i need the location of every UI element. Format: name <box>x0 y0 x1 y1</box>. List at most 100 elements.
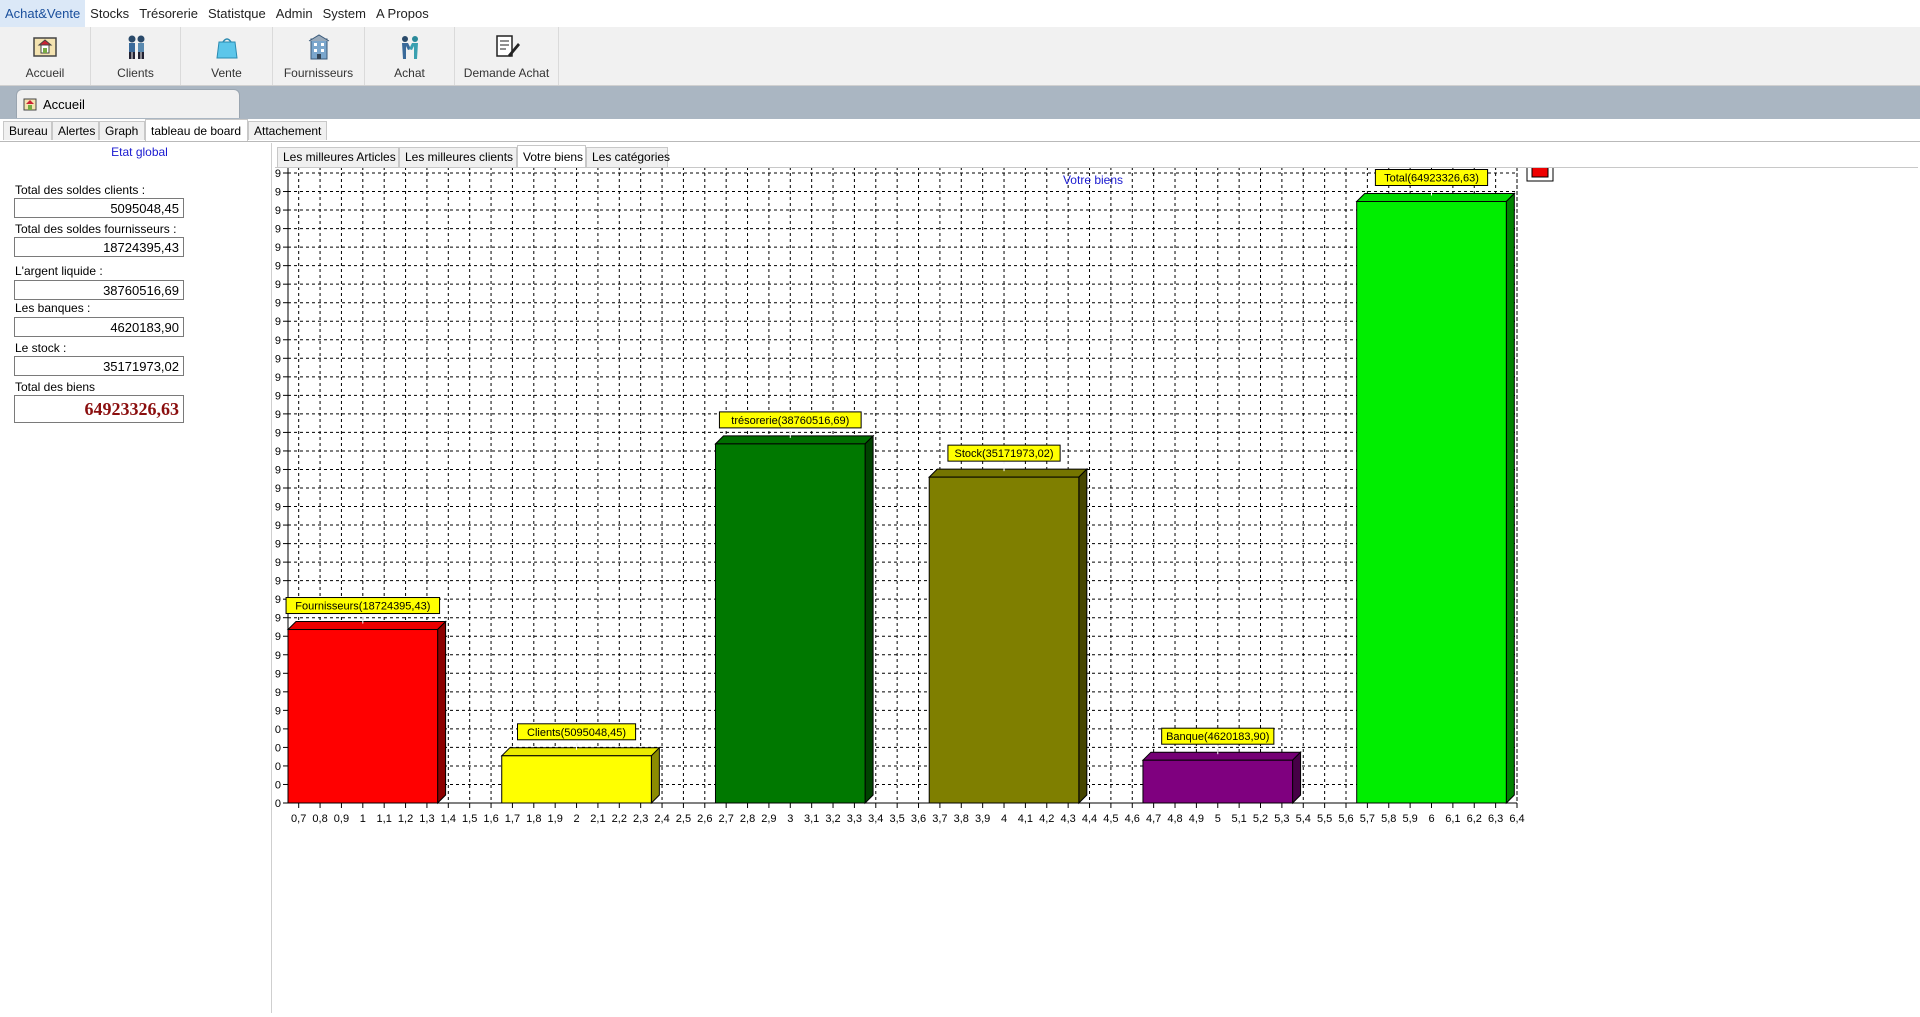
building-icon <box>304 32 334 62</box>
data-label-trésorerie: trésorerie(38760516,69) <box>731 415 849 427</box>
menu-tresorerie[interactable]: Trésorerie <box>134 0 203 27</box>
y-tick-label: 6E9 <box>275 242 281 254</box>
stock-field[interactable]: 35171973,02 <box>14 356 184 376</box>
bar-top-clients <box>500 747 661 757</box>
menu-a-propos[interactable]: A Propos <box>371 0 434 27</box>
menu-stocks[interactable]: Stocks <box>85 0 134 27</box>
y-tick-label: 4,8E9 <box>275 353 281 365</box>
x-tick-label: 3,2 <box>825 813 840 825</box>
menu-admin[interactable]: Admin <box>271 0 318 27</box>
x-tick-label: 4,9 <box>1189 813 1204 825</box>
tab-attachement[interactable]: Attachement <box>248 121 327 140</box>
bar-top-stock <box>928 468 1089 478</box>
x-tick-label: 1,3 <box>419 813 434 825</box>
x-tick-label: 6,3 <box>1488 813 1503 825</box>
x-tick-label: 3,4 <box>868 813 883 825</box>
y-tick-label: 6,6E9 <box>275 187 281 199</box>
total-assets-field[interactable]: 64923326,63 <box>14 395 184 423</box>
bar-side-fournisseurs <box>437 620 447 805</box>
etat-global-panel: Etat global Total des soldes clients : 5… <box>2 143 272 1013</box>
handshake-icon <box>395 32 425 62</box>
menu-bar: Achat&Vente Stocks Trésorerie Statistque… <box>0 0 1920 27</box>
y-tick-label: 400000000 <box>275 761 281 773</box>
x-tick-label: 2,8 <box>740 813 755 825</box>
tab-tableau-de-board[interactable]: tableau de board <box>145 119 248 141</box>
bar-banque <box>1142 759 1294 804</box>
x-tick-label: 6,2 <box>1467 813 1482 825</box>
x-tick-label: 2,7 <box>719 813 734 825</box>
x-tick-label: 6,4 <box>1509 813 1524 825</box>
clients-button[interactable]: Clients <box>91 27 181 85</box>
x-tick-label: 3 <box>787 813 793 825</box>
x-tick-label: 5,4 <box>1296 813 1311 825</box>
x-tick-label: 6,1 <box>1445 813 1460 825</box>
tab-best-articles[interactable]: Les milleures Articles <box>277 147 399 167</box>
tab-best-clients[interactable]: Les milleures clients <box>399 147 517 167</box>
y-tick-label: 3,6E9 <box>275 464 281 476</box>
banks-field[interactable]: 4620183,90 <box>14 317 184 337</box>
tab-accueil[interactable]: Accueil <box>16 89 240 118</box>
y-axis: 0 200000000 400000000 600000000 800000000 1E9… <box>226 161 289 810</box>
menu-system[interactable]: System <box>318 0 371 27</box>
tab-alertes[interactable]: Alertes <box>52 121 99 140</box>
x-tick-label: 1,6 <box>483 813 498 825</box>
x-tick-label: 1,1 <box>377 813 392 825</box>
toolbar: Accueil Clients Vente Fournisseurs Achat… <box>0 27 1920 86</box>
x-tick-label: 4,7 <box>1146 813 1161 825</box>
x-tick-label: 3,7 <box>932 813 947 825</box>
bar-stock <box>928 476 1080 804</box>
y-tick-label: 6,4E9 <box>275 205 281 217</box>
x-tick-label: 4,3 <box>1060 813 1075 825</box>
chart-title: Votre biens <box>1063 173 1123 187</box>
y-tick-label: 1E9 <box>275 705 281 717</box>
bar-side-clients <box>650 746 660 805</box>
y-tick-label: 3E9 <box>275 520 281 532</box>
tab-bureau[interactable]: Bureau <box>3 121 52 140</box>
y-tick-label: 1,2E9 <box>275 687 281 699</box>
y-tick-label: 2,4E9 <box>275 576 281 588</box>
cash-label: L'argent liquide : <box>15 264 103 278</box>
bar-top-total <box>1355 193 1516 203</box>
y-tick-label: 5E9 <box>275 335 281 347</box>
banks-label: Les banques : <box>15 301 91 315</box>
fournisseurs-button[interactable]: Fournisseurs <box>273 27 365 85</box>
achat-button[interactable]: Achat <box>365 27 455 85</box>
total-assets-label: Total des biens <box>15 380 96 394</box>
cash-field[interactable]: 38760516,69 <box>14 280 184 300</box>
bar-total <box>1356 201 1507 804</box>
x-tick-label: 5,8 <box>1381 813 1396 825</box>
x-tick-label: 4,4 <box>1082 813 1097 825</box>
x-tick-label: 4,8 <box>1167 813 1182 825</box>
y-tick-label: 2,2E9 <box>275 594 281 606</box>
suppliers-balance-label: Total des soldes fournisseurs : <box>15 222 177 236</box>
menu-achat-vente[interactable]: Achat&Vente <box>0 0 86 27</box>
chart-legend <box>1526 162 1554 182</box>
vente-button[interactable]: Vente <box>181 27 273 85</box>
clients-balance-field[interactable]: 5095048,45 <box>14 198 184 218</box>
x-tick-label: 5,5 <box>1317 813 1332 825</box>
chart-pane: 0 200000000 400000000 600000000 800000000 1E9… <box>226 160 1918 1014</box>
tab-votre-biens[interactable]: Votre biens <box>517 145 586 167</box>
x-tick-label: 2,9 <box>761 813 776 825</box>
suppliers-balance-field[interactable]: 18724395,43 <box>14 237 184 257</box>
x-tick-label: 6 <box>1428 813 1434 825</box>
demande-achat-button[interactable]: Demande Achat <box>455 27 559 85</box>
bar-top-banque <box>1141 751 1302 761</box>
x-tick-label: 5,7 <box>1360 813 1375 825</box>
x-tick-label: 5,2 <box>1253 813 1268 825</box>
menu-statistque[interactable]: Statistque <box>203 0 271 27</box>
tab-categories[interactable]: Les catégories <box>586 147 670 167</box>
x-tick-label: 5 <box>1215 813 1221 825</box>
y-tick-label: 5,6E9 <box>275 279 281 291</box>
accueil-button[interactable]: Accueil <box>0 27 91 85</box>
x-tick-label: 0,8 <box>312 813 327 825</box>
bar-fournisseurs <box>287 629 439 804</box>
y-tick-label: 800000000 <box>275 724 281 736</box>
tab-graph[interactable]: Graph <box>99 121 145 140</box>
x-tick-label: 0,7 <box>291 813 306 825</box>
x-tick-label: 5,9 <box>1402 813 1417 825</box>
y-tick-label: 3,8E9 <box>275 446 281 458</box>
x-tick-label: 5,1 <box>1231 813 1246 825</box>
x-tick-label: 3,3 <box>847 813 862 825</box>
home-icon <box>23 97 37 111</box>
